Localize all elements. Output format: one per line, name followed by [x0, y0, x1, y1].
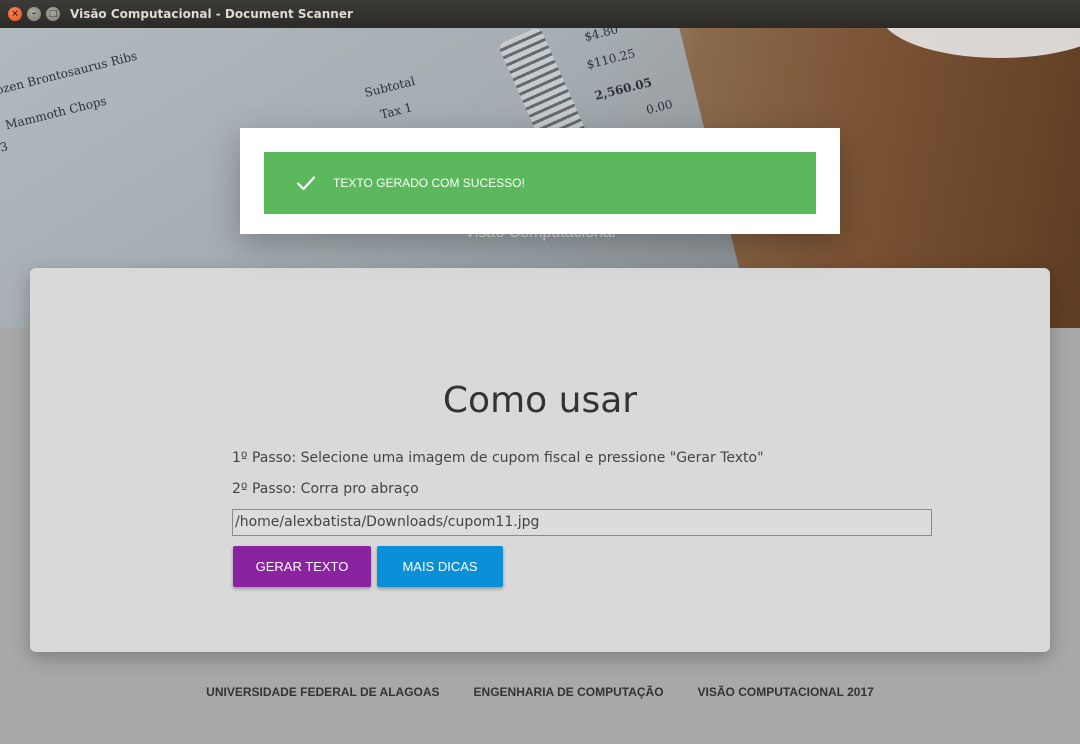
card-title: Como usar [442, 380, 638, 421]
footer-link-visao[interactable]: VISÃO COMPUTACIONAL 2017 [698, 685, 874, 699]
plate-image [880, 28, 1080, 58]
window-controls: × – □ [8, 7, 60, 21]
more-tips-button[interactable]: MAIS DICAS [377, 546, 503, 587]
step-1-text: 1º Passo: Selecione uma imagem de cupom … [232, 450, 764, 466]
maximize-window-button[interactable]: □ [46, 7, 60, 21]
check-icon [296, 176, 316, 191]
file-path-input[interactable]: /home/alexbatista/Downloads/cupom11.jpg [232, 509, 932, 536]
footer: UNIVERSIDADE FEDERAL DE ALAGOAS ENGENHAR… [0, 685, 1080, 699]
footer-link-engenharia[interactable]: ENGENHARIA DE COMPUTAÇÃO [474, 685, 664, 699]
close-window-button[interactable]: × [8, 7, 22, 21]
how-to-card: Como usar 1º Passo: Selecione uma imagem… [30, 268, 1050, 652]
minimize-window-button[interactable]: – [27, 7, 41, 21]
generate-text-button[interactable]: GERAR TEXTO [233, 546, 371, 587]
window-title: Visão Computacional - Document Scanner [70, 7, 353, 21]
success-notification: TEXTO GERADO COM SUCESSO! [240, 128, 840, 234]
success-alert: TEXTO GERADO COM SUCESSO! [264, 152, 816, 214]
step-2-text: 2º Passo: Corra pro abraço [232, 481, 419, 497]
footer-link-ufal[interactable]: UNIVERSIDADE FEDERAL DE ALAGOAS [206, 685, 439, 699]
notification-message: TEXTO GERADO COM SUCESSO! [333, 176, 525, 190]
window-titlebar: × – □ Visão Computacional - Document Sca… [0, 0, 1080, 28]
